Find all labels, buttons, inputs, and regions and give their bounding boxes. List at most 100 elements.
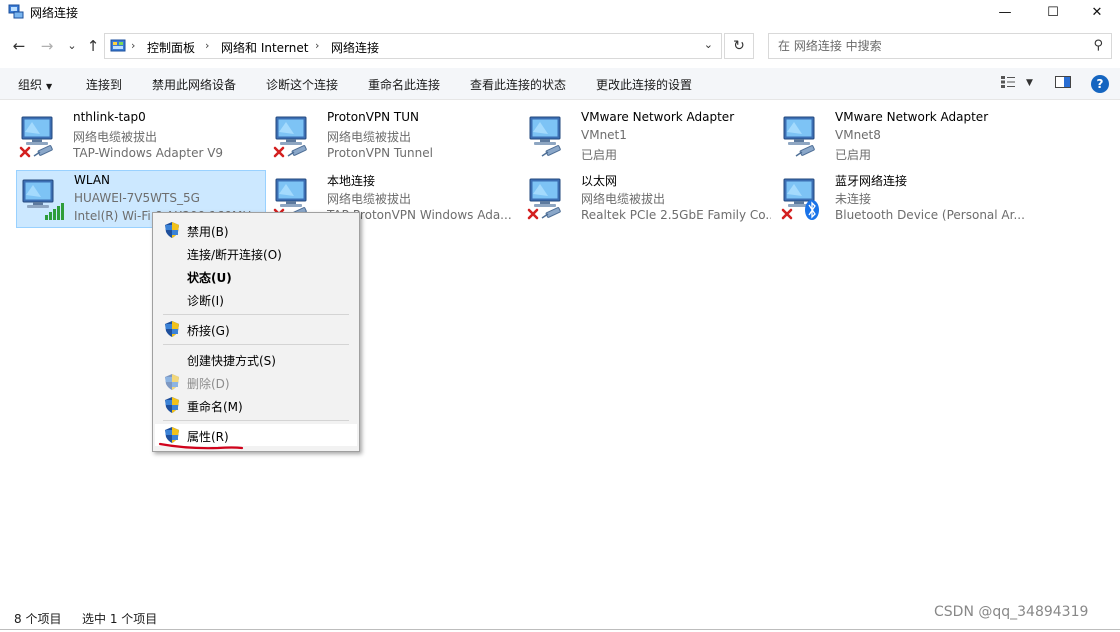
view-options-dropdown[interactable]: ▼ bbox=[1026, 78, 1033, 88]
connection-name: VMware Network Adapter bbox=[835, 110, 989, 124]
connect-to-button[interactable]: 连接到 bbox=[86, 76, 122, 93]
menu-item-diagnose[interactable]: 诊断(I) bbox=[155, 288, 357, 310]
back-button[interactable]: ← bbox=[10, 37, 28, 55]
network-cable-icon bbox=[541, 207, 561, 219]
window-title: 网络连接 bbox=[30, 6, 79, 20]
connection-status: VMnet8 bbox=[835, 128, 881, 142]
chevron-down-icon: ⌄ bbox=[67, 39, 77, 52]
menu-label-connect-disconnect: 连接/断开连接(O) bbox=[187, 248, 282, 262]
connection-device: ProtonVPN Tunnel bbox=[327, 146, 433, 160]
preview-pane-button[interactable] bbox=[1055, 75, 1071, 93]
uac-shield-icon bbox=[165, 397, 179, 413]
details-view-icon bbox=[1001, 76, 1015, 88]
menu-label-create-shortcut: 创建快捷方式(S) bbox=[187, 354, 276, 368]
refresh-button[interactable]: ↻ bbox=[724, 33, 754, 59]
recent-locations-button[interactable]: ⌄ bbox=[63, 39, 81, 52]
connection-status: 未连接 bbox=[835, 192, 872, 206]
maximize-button[interactable]: ☐ bbox=[1030, 0, 1076, 24]
menu-label-delete: 删除(D) bbox=[187, 377, 230, 391]
connection-item[interactable]: VMware Network Adapter VMnet8 已启用 bbox=[778, 108, 1028, 166]
arrow-up-icon: ↑ bbox=[86, 37, 100, 55]
breadcrumb-separator: › bbox=[315, 39, 320, 52]
menu-item-create-shortcut[interactable]: 创建快捷方式(S) bbox=[155, 348, 357, 370]
connection-status: VMnet1 bbox=[581, 128, 627, 142]
connection-item[interactable]: ProtonVPN TUN 网络电缆被拔出 ProtonVPN Tunnel bbox=[270, 108, 520, 166]
network-cable-icon bbox=[541, 145, 561, 157]
connection-status: 网络电缆被拔出 bbox=[327, 130, 412, 144]
connection-name: 蓝牙网络连接 bbox=[835, 174, 908, 188]
minimize-button[interactable]: — bbox=[982, 0, 1028, 24]
connection-status: HUAWEI-7V5WTS_5G bbox=[74, 191, 200, 205]
breadcrumb-network-internet[interactable]: 网络和 Internet bbox=[221, 39, 308, 56]
network-cable-icon bbox=[33, 145, 53, 157]
menu-separator bbox=[163, 344, 349, 345]
uac-shield-icon bbox=[165, 222, 179, 238]
menu-item-disable[interactable]: 禁用(B) bbox=[155, 219, 357, 241]
diagnose-button[interactable]: 诊断这个连接 bbox=[266, 76, 338, 93]
search-icon[interactable]: ⚲ bbox=[1093, 38, 1103, 53]
search-box[interactable]: ⚲ bbox=[768, 33, 1112, 59]
preview-pane-icon bbox=[1055, 76, 1071, 88]
disconnected-x-icon bbox=[781, 208, 793, 220]
breadcrumb-control-panel[interactable]: 控制面板 bbox=[147, 39, 195, 56]
menu-label-status: 状态(U) bbox=[187, 271, 232, 285]
connection-name: 以太网 bbox=[581, 174, 618, 188]
csdn-watermark: CSDN @qq_34894319 bbox=[934, 604, 1089, 620]
view-options-button[interactable] bbox=[1000, 75, 1016, 93]
connection-name: 本地连接 bbox=[327, 174, 376, 188]
disable-device-button[interactable]: 禁用此网络设备 bbox=[152, 76, 236, 93]
connection-item[interactable]: 以太网 网络电缆被拔出 Realtek PCIe 2.5GbE Family Co.… bbox=[524, 170, 774, 228]
connection-item[interactable]: nthlink-tap0 网络电缆被拔出 TAP-Windows Adapter V… bbox=[16, 108, 266, 166]
connection-name: WLAN bbox=[74, 173, 111, 187]
menu-label-diagnose: 诊断(I) bbox=[187, 294, 224, 308]
address-history-button[interactable]: ⌄ bbox=[704, 38, 713, 51]
selected-count: 选中 1 个项目 bbox=[82, 612, 158, 626]
search-input[interactable] bbox=[769, 34, 1079, 58]
connection-name: nthlink-tap0 bbox=[73, 110, 146, 124]
network-cable-icon bbox=[287, 145, 307, 157]
address-bar[interactable]: › 控制面板 › 网络和 Internet › 网络连接 ⌄ bbox=[104, 33, 722, 59]
up-button[interactable]: ↑ bbox=[84, 37, 102, 55]
disconnected-x-icon bbox=[19, 146, 31, 158]
connection-status: 网络电缆被拔出 bbox=[73, 130, 158, 144]
close-button[interactable]: ✕ bbox=[1074, 0, 1120, 24]
computer-icon bbox=[527, 178, 561, 220]
connection-item[interactable]: 蓝牙网络连接 未连接 Bluetooth Device (Personal Ar..… bbox=[778, 170, 1028, 228]
network-cable-icon bbox=[795, 145, 815, 157]
disconnected-x-icon bbox=[527, 208, 539, 220]
menu-label-disable: 禁用(B) bbox=[187, 225, 229, 239]
menu-item-status[interactable]: 状态(U) bbox=[155, 265, 357, 287]
view-status-button[interactable]: 查看此连接的状态 bbox=[470, 76, 566, 93]
arrow-left-icon: ← bbox=[12, 37, 26, 55]
forward-button[interactable]: → bbox=[38, 37, 56, 55]
connection-device: 已启用 bbox=[581, 148, 618, 162]
maximize-icon: ☐ bbox=[1047, 4, 1059, 20]
disconnected-x-icon bbox=[273, 146, 285, 158]
breadcrumb-separator: › bbox=[131, 39, 136, 52]
connection-device: 已启用 bbox=[835, 148, 872, 162]
connection-item[interactable]: VMware Network Adapter VMnet1 已启用 bbox=[524, 108, 774, 166]
organize-button[interactable]: 组织 ▼ bbox=[18, 76, 52, 93]
menu-separator bbox=[163, 314, 349, 315]
change-settings-button[interactable]: 更改此连接的设置 bbox=[596, 76, 692, 93]
breadcrumb-network-connections[interactable]: 网络连接 bbox=[331, 39, 379, 56]
uac-shield-icon bbox=[165, 374, 179, 390]
context-menu: 禁用(B) 连接/断开连接(O) 状态(U) 诊断(I) 桥接(G) 创建快捷方… bbox=[152, 212, 360, 452]
computer-icon bbox=[22, 179, 64, 220]
computer-icon bbox=[781, 178, 819, 220]
minimize-icon: — bbox=[998, 4, 1012, 20]
command-bar: 组织 ▼ 连接到 禁用此网络设备 诊断这个连接 重命名此连接 查看此连接的状态 更… bbox=[0, 68, 1120, 100]
computer-icon bbox=[529, 116, 561, 157]
menu-separator bbox=[163, 420, 349, 421]
menu-item-connect-disconnect[interactable]: 连接/断开连接(O) bbox=[155, 242, 357, 264]
help-button[interactable]: ? bbox=[1091, 75, 1109, 93]
breadcrumb-separator: › bbox=[205, 39, 210, 52]
connection-device: TAP-Windows Adapter V9 bbox=[73, 146, 224, 160]
rename-button[interactable]: 重命名此连接 bbox=[368, 76, 440, 93]
menu-item-rename[interactable]: 重命名(M) bbox=[155, 394, 357, 416]
refresh-icon: ↻ bbox=[733, 38, 745, 54]
connection-status: 网络电缆被拔出 bbox=[327, 192, 412, 206]
uac-shield-icon bbox=[165, 321, 179, 337]
menu-item-bridge[interactable]: 桥接(G) bbox=[155, 318, 357, 340]
network-connections-icon bbox=[8, 4, 24, 19]
